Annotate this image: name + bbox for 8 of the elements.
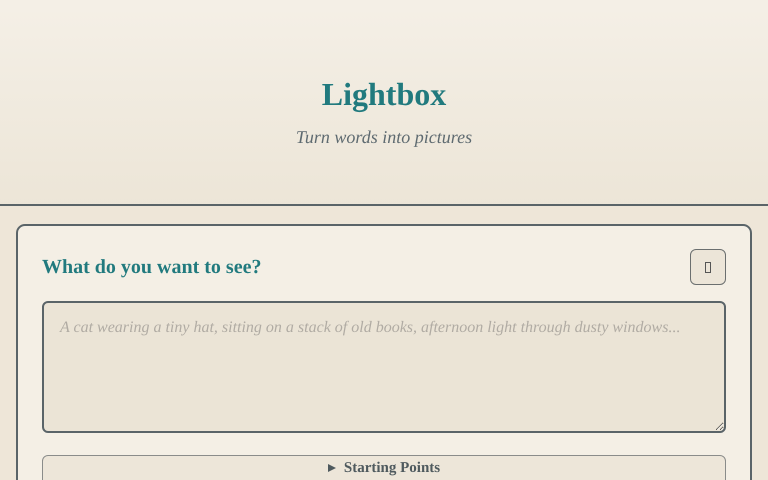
app-subtitle: Turn words into pictures: [296, 126, 472, 148]
icon-button[interactable]: [690, 249, 726, 285]
prompt-field[interactable]: A cat wearing a tiny hat, sitting on a stack of old books, afternoon light through dusty windows...: [42, 301, 726, 433]
starting-points-toggle[interactable]: Starting Points: [42, 455, 726, 480]
rectangle-icon: [705, 262, 711, 272]
card-heading: What do you want to see?: [42, 256, 262, 278]
app-title: Lightbox: [322, 76, 446, 112]
caret-icon: [328, 464, 336, 472]
